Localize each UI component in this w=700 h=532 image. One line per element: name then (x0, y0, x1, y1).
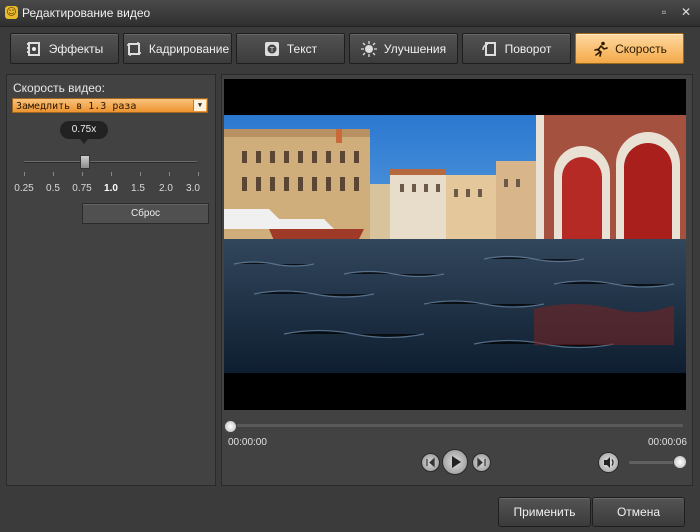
title-bar: ☺ Редактирование видео ▫ ✕ (0, 0, 700, 27)
tab-enhancements-label: Улучшения (383, 41, 447, 56)
tab-bar: Эффекты Кадрирование T Текст Улучшения П… (10, 33, 686, 64)
tick-label: 0.25 (14, 183, 34, 194)
tab-effects-label: Эффекты (48, 41, 104, 56)
minimize-button[interactable]: ▫ (656, 4, 672, 20)
svg-text:T: T (269, 46, 275, 54)
tick-label: 0.5 (46, 183, 60, 194)
timeline-track[interactable] (228, 424, 683, 427)
speaker-icon (604, 457, 614, 468)
total-time: 00:00:06 (648, 437, 687, 448)
tick-label: 1.5 (131, 183, 145, 194)
tick-label: 3.0 (186, 183, 200, 194)
running-man-icon (594, 41, 608, 57)
apply-button[interactable]: Применить (498, 497, 591, 527)
tab-rotate-label: Поворот (504, 41, 552, 56)
play-button[interactable] (442, 449, 468, 475)
video-editor-window: ☺ Редактирование видео ▫ ✕ Эффекты Кадри… (0, 0, 700, 532)
volume-slider-thumb[interactable] (673, 455, 687, 469)
speed-label: Скорость видео: (13, 81, 105, 95)
volume-button[interactable] (598, 452, 619, 473)
skip-back-button[interactable] (421, 453, 440, 472)
reset-button[interactable]: Сброс (82, 203, 209, 224)
tick-label: 1.0 (104, 183, 118, 194)
tab-rotate[interactable]: Поворот (462, 33, 571, 64)
speed-select-value: Замедлить в 1.3 раза (16, 101, 137, 112)
brightness-icon (360, 40, 377, 57)
tab-effects[interactable]: Эффекты (10, 33, 119, 64)
film-effects-icon (26, 41, 40, 56)
current-time: 00:00:00 (228, 437, 267, 448)
chevron-down-icon[interactable]: ▼ (193, 100, 206, 111)
tab-enhancements[interactable]: Улучшения (349, 33, 458, 64)
speed-slider-thumb[interactable] (80, 155, 90, 169)
tab-text[interactable]: T Текст (236, 33, 345, 64)
speed-settings-panel: Скорость видео: Замедлить в 1.3 раза ▼ 0… (6, 74, 216, 486)
tab-speed[interactable]: Скорость (575, 33, 684, 64)
tab-text-label: Текст (286, 41, 318, 56)
tick-label: 0.75 (72, 183, 92, 194)
skip-forward-icon (477, 457, 486, 468)
tab-crop-label: Кадрирование (148, 41, 230, 56)
tab-crop[interactable]: Кадрирование (123, 33, 232, 64)
close-button[interactable]: ✕ (678, 4, 694, 20)
crop-icon (126, 41, 141, 56)
video-frame-image (224, 79, 686, 410)
speed-select[interactable]: Замедлить в 1.3 раза ▼ (12, 98, 208, 113)
speed-tooltip: 0.75x (60, 121, 108, 144)
text-icon: T (264, 41, 279, 56)
timeline-thumb[interactable] (224, 420, 237, 433)
rotate-icon (481, 41, 496, 56)
speed-ticks (24, 172, 199, 178)
tick-label: 2.0 (159, 183, 173, 194)
window-title: Редактирование видео (22, 6, 151, 20)
play-icon (452, 456, 461, 468)
speed-slider-track[interactable] (24, 161, 197, 163)
tab-speed-label: Скорость (615, 41, 667, 56)
video-preview (224, 79, 686, 410)
skip-forward-button[interactable] (472, 453, 491, 472)
cancel-button[interactable]: Отмена (592, 497, 685, 527)
skip-back-icon (426, 457, 435, 468)
app-icon: ☺ (5, 6, 18, 19)
